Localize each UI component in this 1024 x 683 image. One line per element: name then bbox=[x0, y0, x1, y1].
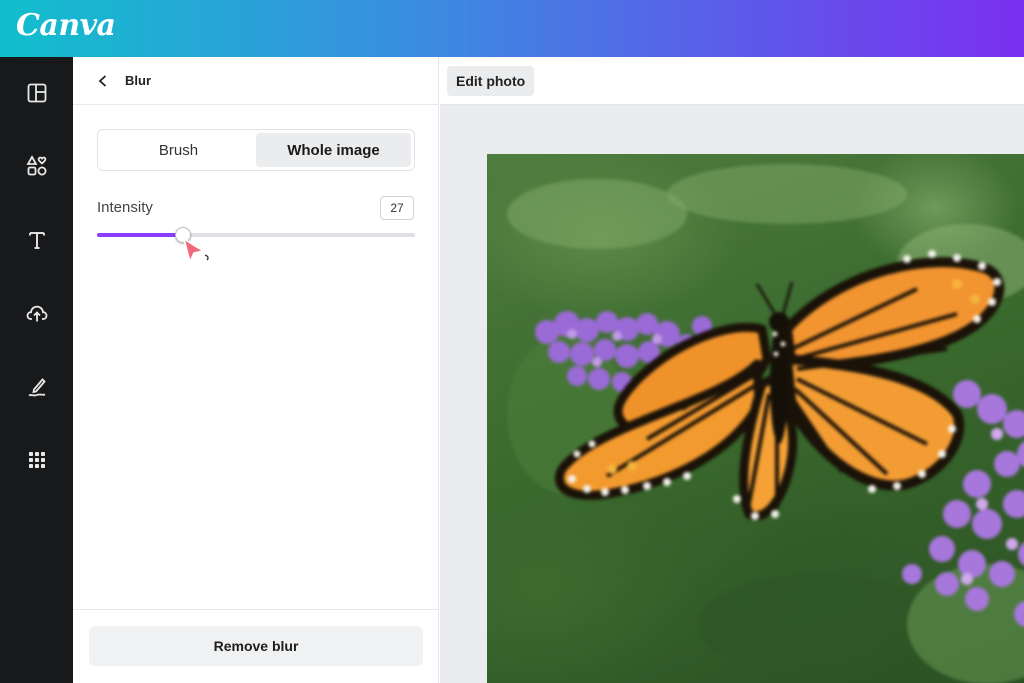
butterfly-photo[interactable] bbox=[487, 154, 1024, 683]
intensity-label: Intensity bbox=[97, 199, 153, 216]
canva-logo[interactable]: Canva bbox=[16, 8, 116, 43]
rail-text-button[interactable] bbox=[0, 220, 73, 260]
editor-toolbar: Edit photo bbox=[440, 57, 1024, 105]
text-icon bbox=[28, 232, 45, 249]
rail-apps-button[interactable] bbox=[0, 440, 73, 480]
canvas-area bbox=[440, 105, 1024, 683]
left-rail bbox=[0, 57, 73, 683]
panel-header: Blur bbox=[73, 57, 439, 105]
rail-design-button[interactable] bbox=[0, 73, 73, 113]
slider-thumb[interactable] bbox=[174, 227, 191, 243]
rail-uploads-button[interactable] bbox=[0, 293, 73, 333]
apps-grid-icon bbox=[28, 452, 45, 468]
rail-elements-button[interactable] bbox=[0, 146, 73, 186]
top-bar: Canva bbox=[0, 0, 1024, 57]
tab-whole-image[interactable]: Whole image bbox=[256, 133, 411, 167]
remove-blur-button[interactable]: Remove blur bbox=[89, 626, 423, 666]
panel-title: Blur bbox=[125, 73, 151, 88]
chevron-left-icon bbox=[98, 75, 107, 87]
rail-draw-button[interactable] bbox=[0, 367, 73, 407]
blur-mode-toggle: Brush Whole image bbox=[97, 129, 415, 171]
edit-photo-button[interactable]: Edit photo bbox=[447, 66, 535, 96]
draw-icon bbox=[28, 378, 46, 397]
panel-footer: Remove blur bbox=[73, 609, 439, 683]
intensity-slider[interactable] bbox=[97, 227, 415, 243]
elements-icon bbox=[25, 155, 46, 176]
layout-icon bbox=[27, 83, 46, 103]
tab-brush[interactable]: Brush bbox=[101, 133, 256, 167]
blur-panel: Blur Brush Whole image Intensity 27 Remo… bbox=[73, 57, 439, 683]
slider-fill bbox=[97, 233, 183, 237]
back-button[interactable] bbox=[93, 71, 113, 91]
intensity-value-input[interactable]: 27 bbox=[380, 196, 414, 220]
butterfly-illustration bbox=[507, 164, 1024, 683]
upload-icon bbox=[26, 305, 47, 322]
